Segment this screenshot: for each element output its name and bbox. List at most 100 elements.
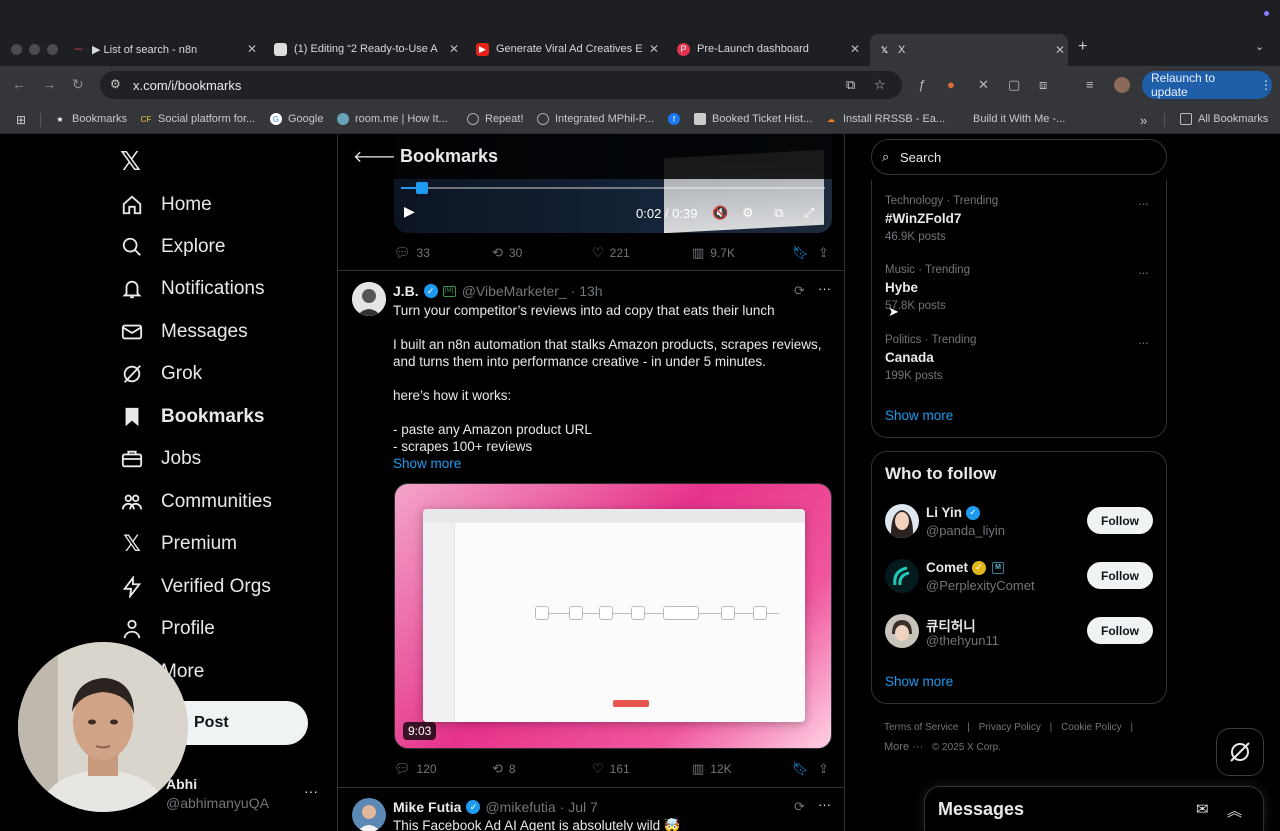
nav-home[interactable]: Home bbox=[120, 190, 212, 220]
trend-more-icon[interactable]: ··· bbox=[1138, 265, 1149, 280]
tweet-media-video[interactable]: 9:03 bbox=[394, 483, 832, 749]
footer-more-link[interactable]: More ··· bbox=[884, 741, 923, 753]
nav-premium[interactable]: 𝕏 Premium bbox=[120, 529, 237, 559]
extensions-puzzle-icon[interactable]: ⧈ bbox=[1039, 77, 1047, 93]
tweet-more-icon[interactable]: ··· bbox=[818, 281, 831, 296]
like-button[interactable]: ♡ 221 bbox=[592, 245, 630, 261]
follow-avatar[interactable] bbox=[885, 504, 919, 538]
follow-avatar[interactable] bbox=[885, 614, 919, 648]
bookmark-button[interactable]: 🔖︎ bbox=[792, 761, 815, 777]
grok-explain-icon[interactable]: ⟳ bbox=[794, 799, 805, 815]
tweet-time[interactable]: · Jul 7 bbox=[560, 799, 598, 815]
bookmark-item[interactable]: G Google bbox=[270, 113, 323, 125]
apps-grid-icon[interactable]: ⊞ bbox=[16, 113, 26, 127]
expand-chevron-icon[interactable]: ︽ bbox=[1227, 800, 1242, 821]
close-tab-icon[interactable]: ✕ bbox=[1052, 43, 1068, 57]
fullscreen-icon[interactable]: ⤢ bbox=[804, 205, 814, 221]
trend-more-icon[interactable]: ··· bbox=[1138, 335, 1149, 350]
footer-link[interactable]: Terms of Service bbox=[884, 722, 958, 733]
avatar[interactable] bbox=[352, 798, 386, 831]
site-settings-icon[interactable]: ⚙ bbox=[110, 77, 121, 91]
media-controls-icon[interactable]: ≡ bbox=[1086, 77, 1094, 92]
window-minimize-button[interactable] bbox=[29, 44, 40, 55]
follow-name[interactable]: Li Yin ✓ bbox=[926, 505, 981, 520]
author-name[interactable]: J.B. bbox=[393, 283, 419, 299]
account-handle[interactable]: @abhimanyuQA bbox=[166, 795, 269, 811]
views-button[interactable]: ▥ 9.7K bbox=[692, 245, 735, 261]
bookmark-item[interactable]: Build it With Me -... bbox=[973, 113, 1065, 125]
close-tab-icon[interactable]: ✕ bbox=[847, 42, 863, 56]
close-tab-icon[interactable]: ✕ bbox=[646, 42, 662, 56]
close-tab-icon[interactable]: ✕ bbox=[446, 42, 462, 56]
browser-tab-x[interactable]: 𝕏 X ✕ bbox=[870, 34, 1068, 66]
follow-button[interactable]: Follow bbox=[1087, 507, 1153, 534]
reload-icon[interactable]: ↻ bbox=[72, 76, 84, 93]
search-placeholder[interactable]: Search bbox=[900, 150, 941, 165]
footer-link[interactable]: Cookie Policy bbox=[1061, 722, 1122, 733]
search-box[interactable]: ⌕ Search bbox=[871, 139, 1167, 175]
new-tab-icon[interactable]: + bbox=[1078, 38, 1087, 56]
x-extension-icon[interactable]: ✕ bbox=[978, 77, 989, 93]
x-logo-icon[interactable]: 𝕏 bbox=[120, 146, 141, 177]
profile-avatar-icon[interactable] bbox=[1114, 77, 1130, 93]
trend-name[interactable]: Hybe bbox=[885, 280, 918, 295]
bookmark-item[interactable]: Integrated MPhil-P... bbox=[537, 113, 654, 125]
nav-explore[interactable]: Explore bbox=[120, 232, 225, 262]
formula-extension-icon[interactable]: ƒ bbox=[918, 77, 925, 92]
nav-messages[interactable]: Messages bbox=[120, 317, 248, 347]
bookmark-item[interactable]: Booked Ticket Hist... bbox=[694, 113, 812, 125]
trends-show-more-link[interactable]: Show more bbox=[885, 408, 953, 423]
follow-button[interactable]: Follow bbox=[1087, 617, 1153, 644]
tweet-more-icon[interactable]: ··· bbox=[818, 797, 831, 812]
browser-tab-n8n[interactable]: ⁓ ▶ List of search - n8n ✕ bbox=[72, 36, 260, 62]
mute-icon[interactable]: 🔇 bbox=[712, 205, 728, 221]
back-arrow-icon[interactable]: ← bbox=[12, 76, 26, 92]
trend-more-icon[interactable]: ··· bbox=[1138, 196, 1149, 211]
address-bar[interactable]: ⚙ x.com/i/bookmarks ⧉ ☆ bbox=[100, 71, 902, 99]
footer-link[interactable]: Privacy Policy bbox=[979, 722, 1041, 733]
play-icon[interactable]: ▶ bbox=[404, 203, 415, 220]
reply-button[interactable]: 💬︎ 120 bbox=[394, 761, 437, 777]
tab-search-chevron-icon[interactable]: ⌄ bbox=[1255, 40, 1264, 53]
follow-handle[interactable]: @PerplexityComet bbox=[926, 578, 1035, 593]
settings-gear-icon[interactable]: ⚙ bbox=[742, 205, 754, 221]
bookmark-button[interactable]: 🔖︎ bbox=[792, 245, 815, 261]
grok-explain-icon[interactable]: ⟳ bbox=[794, 283, 805, 299]
follow-handle[interactable]: @panda_liyin bbox=[926, 523, 1005, 538]
close-tab-icon[interactable]: ✕ bbox=[244, 42, 260, 56]
bookmark-item[interactable]: ★ Bookmarks bbox=[54, 113, 127, 125]
browser-tab-youtube[interactable]: ▶ Generate Viral Ad Creatives E ✕ bbox=[476, 36, 662, 62]
more-bookmarks-chevron-icon[interactable]: » bbox=[1140, 113, 1147, 128]
video-scrubber-handle[interactable] bbox=[416, 182, 428, 194]
nav-jobs[interactable]: Jobs bbox=[120, 444, 201, 474]
nav-verified-orgs[interactable]: Verified Orgs bbox=[120, 572, 271, 602]
nav-bookmarks[interactable]: Bookmarks bbox=[120, 402, 265, 432]
video-progress-bar[interactable] bbox=[401, 182, 825, 194]
new-message-icon[interactable]: ✉ bbox=[1196, 800, 1209, 818]
bookmark-item[interactable]: room.me | How It... bbox=[337, 113, 448, 125]
follow-button[interactable]: Follow bbox=[1087, 562, 1153, 589]
messages-drawer[interactable]: Messages ✉ ︽ bbox=[924, 786, 1264, 831]
bookmark-star-icon[interactable]: ☆ bbox=[874, 77, 886, 93]
browser-tab-editing[interactable]: (1) Editing “2 Ready-to-Use A ✕ bbox=[274, 36, 462, 62]
tweet-time[interactable]: · 13h bbox=[571, 283, 603, 299]
back-arrow-icon[interactable]: 🡐 bbox=[353, 146, 396, 167]
repost-button[interactable]: ⟲ 8 bbox=[492, 761, 516, 777]
bookmark-item[interactable]: CF Social platform for... bbox=[140, 113, 256, 125]
repost-button[interactable]: ⟲ 30 bbox=[492, 245, 522, 261]
window-close-button[interactable] bbox=[11, 44, 22, 55]
nav-communities[interactable]: Communities bbox=[120, 487, 272, 517]
author-name[interactable]: Mike Futia bbox=[393, 799, 461, 815]
follow-avatar[interactable] bbox=[885, 559, 919, 593]
nav-notifications[interactable]: Notifications bbox=[120, 274, 265, 304]
like-button[interactable]: ♡ 161 bbox=[592, 761, 630, 777]
author-handle[interactable]: @VibeMarketer_ bbox=[462, 283, 567, 299]
bookmark-item[interactable]: f bbox=[668, 113, 686, 125]
trend-name[interactable]: Canada bbox=[885, 350, 934, 365]
views-button[interactable]: ▥ 12K bbox=[692, 761, 732, 777]
relaunch-button[interactable]: Relaunch to update ⋮ bbox=[1142, 71, 1272, 99]
show-more-link[interactable]: Show more bbox=[393, 456, 461, 471]
follow-show-more-link[interactable]: Show more bbox=[885, 674, 953, 689]
fox-extension-icon[interactable]: ● bbox=[947, 77, 955, 92]
reply-button[interactable]: 💬︎ 33 bbox=[394, 245, 430, 261]
